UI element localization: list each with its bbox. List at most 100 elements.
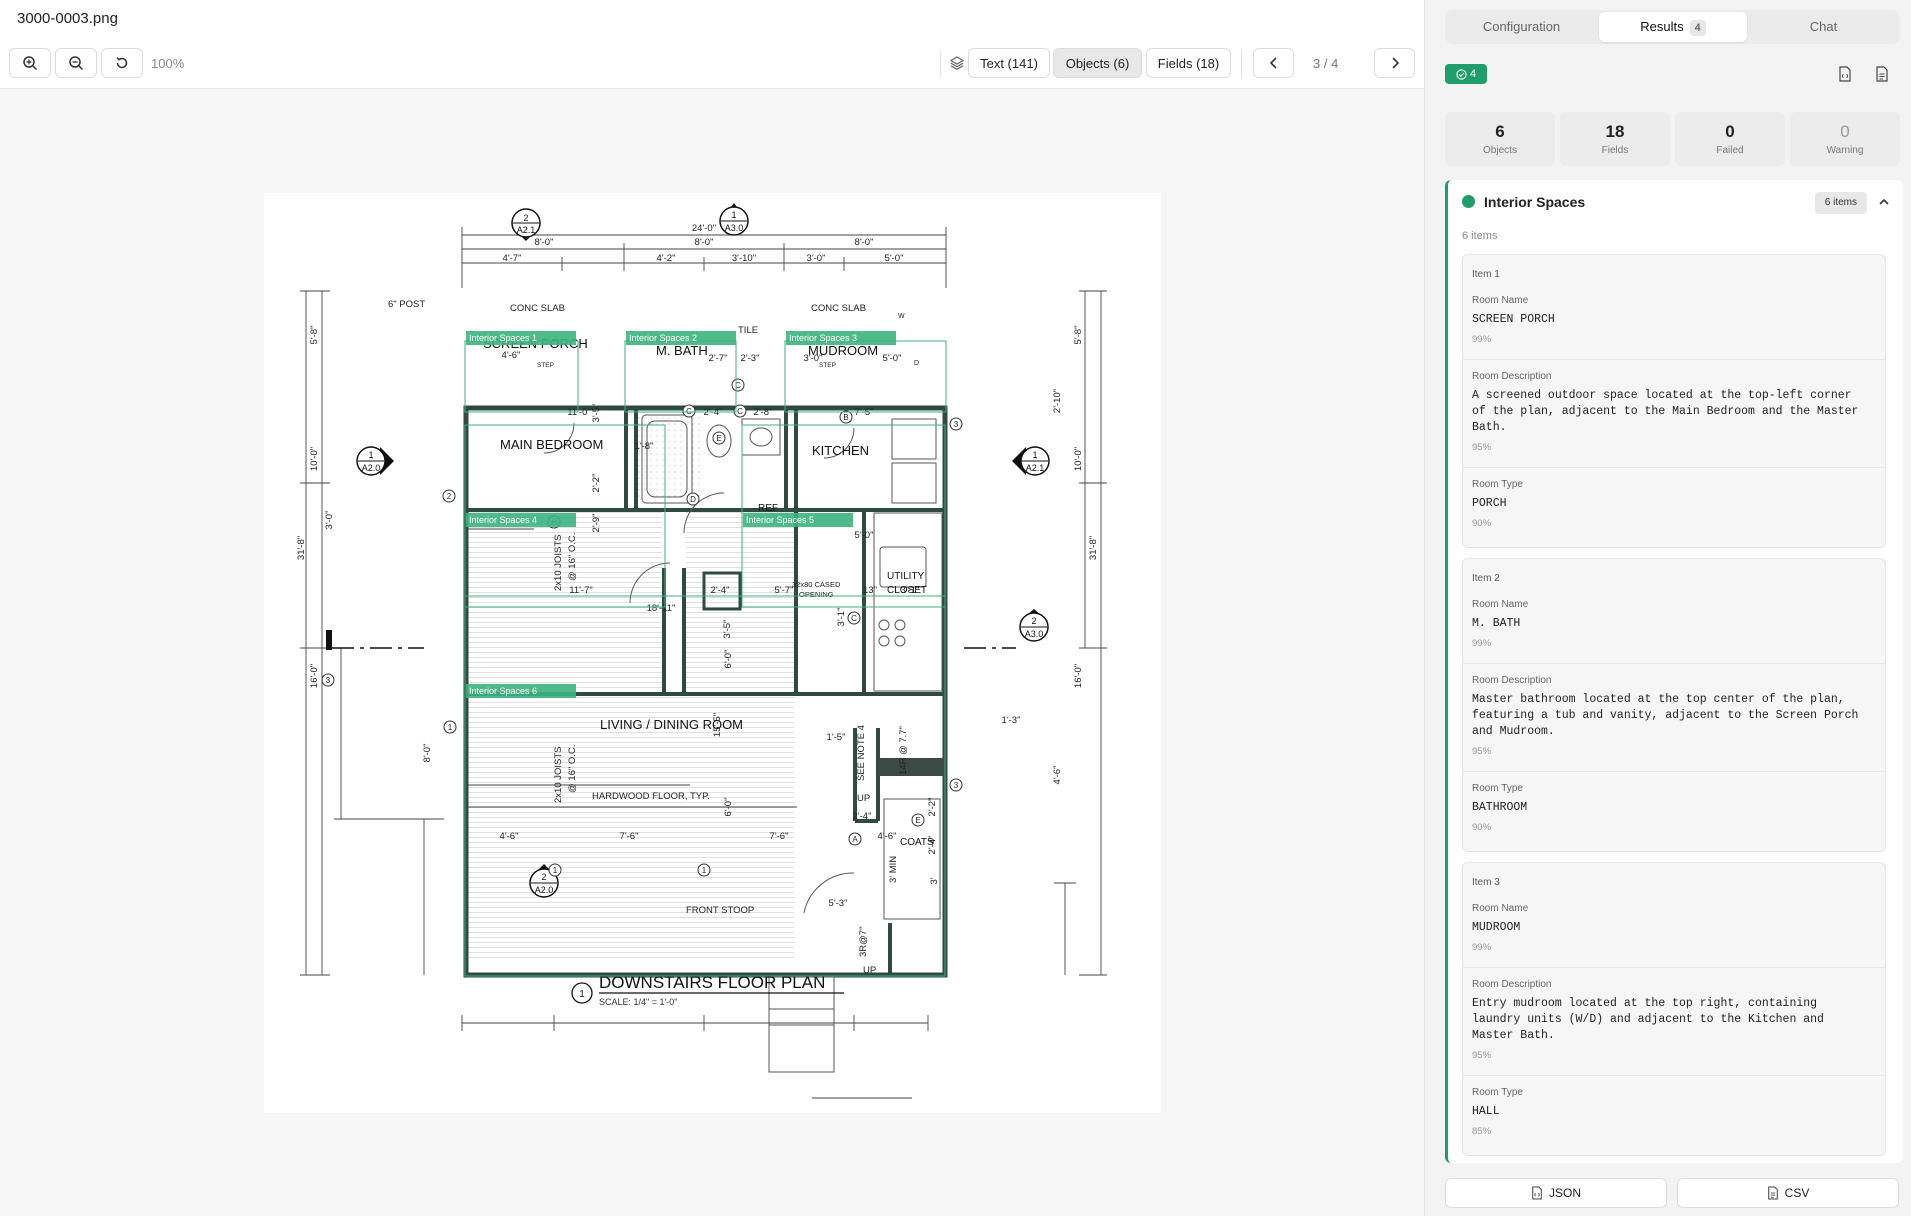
field-room-type: Room Type PORCH 90%	[1472, 479, 1876, 529]
filter-text-button[interactable]: Text (141)	[968, 48, 1050, 78]
chevron-up-icon[interactable]	[1877, 195, 1891, 209]
field-confidence: 95%	[1472, 1050, 1492, 1061]
field-label: Room Type	[1472, 783, 1523, 794]
filter-objects-button[interactable]: Objects (6)	[1053, 48, 1142, 78]
note-front-stoop: FRONT STOOP	[686, 905, 754, 916]
overlay-label: Interior Spaces 3	[789, 333, 857, 343]
note-up-2: UP	[863, 965, 876, 976]
dim-text: 31'-8"	[296, 536, 307, 560]
toolbar-divider	[1241, 50, 1242, 78]
svg-text:1: 1	[553, 866, 558, 875]
field-value[interactable]: M. BATH	[1472, 616, 1876, 632]
export-csv-button[interactable]: CSV	[1677, 1178, 1899, 1208]
dim-text: 3'-0"	[807, 253, 826, 264]
dim-text: 7'-6"	[770, 831, 789, 842]
svg-text:C: C	[851, 614, 857, 623]
marker-3: 3	[949, 778, 963, 792]
dim-text: 2'-7"	[709, 353, 728, 364]
field-confidence: 99%	[1472, 942, 1492, 953]
note-joists-2b: @ 16" O.C.	[567, 745, 578, 793]
field-room-description: Room Description Entry mudroom located a…	[1472, 979, 1876, 1061]
dim-text: 2'-9"	[591, 514, 602, 533]
marker-c: C	[847, 611, 861, 625]
field-value[interactable]: PORCH	[1472, 496, 1876, 512]
field-value[interactable]: Master bathroom located at the top cente…	[1472, 692, 1876, 740]
dim-text: 1'-5"	[827, 732, 846, 743]
field-room-name: Room Name M. BATH 99%	[1472, 599, 1876, 649]
tag-number: 1	[731, 210, 736, 220]
field-value[interactable]: A screened outdoor space located at the …	[1472, 388, 1876, 436]
file-text-icon	[1767, 1186, 1778, 1200]
field-value[interactable]: HALL	[1472, 1104, 1876, 1120]
zoom-in-button[interactable]	[9, 48, 51, 78]
note-stoop-risers: 3R@7"	[858, 927, 869, 957]
tab-count-badge: 4	[1689, 20, 1706, 36]
field-label: Room Name	[1472, 599, 1529, 610]
marker-a: A	[848, 832, 862, 846]
note-opening: OPENING	[799, 590, 834, 599]
tab-label: Configuration	[1482, 19, 1561, 34]
dim-text: 2'-4"	[853, 811, 872, 822]
dim-text: 3'-5"	[722, 620, 733, 639]
zoom-out-button[interactable]	[55, 48, 97, 78]
export-json-button[interactable]: JSON	[1445, 1178, 1667, 1208]
section-tag-left: 1 A2.0	[356, 446, 394, 476]
note-joists-1: 2x10 JOISTS	[553, 535, 564, 592]
document-canvas[interactable]: SCREEN PORCH M. BATH MUDROOM MAIN BEDROO…	[0, 89, 1424, 1216]
dim-text: 16'-0"	[1073, 664, 1084, 688]
tab-configuration[interactable]: Configuration	[1449, 12, 1594, 42]
dim-text: 4'-6"	[502, 350, 521, 361]
dim-text: 5'-0"	[855, 530, 874, 541]
dim-text: 5'-8"	[1073, 326, 1084, 345]
tab-results[interactable]: Results 4	[1599, 12, 1747, 42]
room-label-ref: REF	[758, 503, 778, 514]
field-value[interactable]: SCREEN PORCH	[1472, 312, 1876, 328]
field-value[interactable]: Entry mudroom located at the top right, …	[1472, 996, 1876, 1044]
result-card[interactable]: Item 3 Room Name MUDROOM 99% Room Descri…	[1462, 862, 1886, 1156]
status-dot-icon	[1462, 195, 1475, 208]
prev-page-button[interactable]	[1253, 48, 1294, 78]
title-tag: 1	[579, 989, 585, 1000]
field-label: Room Description	[1472, 371, 1552, 382]
result-card[interactable]: Item 2 Room Name M. BATH 99% Room Descri…	[1462, 558, 1886, 852]
dim-text: 2'-8"	[754, 407, 773, 418]
tab-chat[interactable]: Chat	[1751, 12, 1896, 42]
marker-1: 1	[443, 720, 457, 734]
dim-text: 8'-0"	[695, 237, 714, 248]
svg-text:E: E	[716, 434, 721, 443]
group-header[interactable]: Interior Spaces	[1462, 194, 1585, 210]
dim-text: 6'-0"	[723, 798, 734, 817]
card-title: Item 1	[1472, 269, 1500, 280]
svg-text:D: D	[690, 495, 696, 504]
dim-text: 3'-1"	[901, 585, 920, 596]
field-label: Room Description	[1472, 675, 1552, 686]
filter-fields-button[interactable]: Fields (18)	[1146, 48, 1231, 78]
reset-zoom-button[interactable]	[101, 48, 143, 78]
field-value[interactable]: MUDROOM	[1472, 920, 1876, 936]
svg-text:B: B	[843, 413, 848, 422]
tag-sheet: A2.0	[362, 463, 381, 473]
card-title: Item 2	[1472, 573, 1500, 584]
field-room-description: Room Description Master bathroom located…	[1472, 675, 1876, 757]
marker-3: 3	[321, 673, 335, 687]
note-post: 6" POST	[388, 299, 425, 310]
tab-label: Results	[1640, 19, 1684, 34]
floor-plan-drawing: SCREEN PORCH M. BATH MUDROOM MAIN BEDROO…	[296, 203, 1107, 1099]
svg-text:3: 3	[954, 420, 959, 429]
floor-plan-sheet: SCREEN PORCH M. BATH MUDROOM MAIN BEDROO…	[264, 193, 1161, 1113]
overlay-label: Interior Spaces 2	[629, 333, 697, 343]
tag-number: 1	[1032, 450, 1037, 460]
svg-text:3: 3	[954, 781, 959, 790]
chevron-left-icon	[1269, 57, 1277, 69]
viewer-pane: 3000-0003.png 100% Text (141) Objects (6…	[0, 0, 1424, 1216]
group-title: Interior Spaces	[1484, 194, 1586, 210]
dim-text: 8'-0"	[422, 744, 433, 763]
export-json-label: JSON	[1548, 1186, 1581, 1200]
export-csv-icon-button[interactable]	[1872, 64, 1892, 84]
export-json-icon-button[interactable]	[1835, 64, 1855, 84]
zoom-level: 100%	[151, 56, 185, 71]
result-card[interactable]: Item 1 Room Name SCREEN PORCH 99% Room D…	[1462, 254, 1886, 548]
dim-text: 4'-6"	[500, 831, 519, 842]
field-value[interactable]: BATHROOM	[1472, 800, 1876, 816]
next-page-button[interactable]	[1374, 48, 1415, 78]
